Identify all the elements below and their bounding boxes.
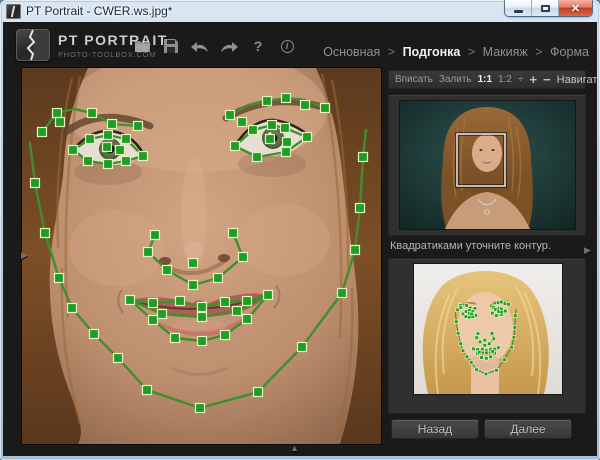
next-button[interactable]: Далее bbox=[484, 419, 572, 439]
navigator-toggle[interactable]: Навигат. bbox=[557, 74, 597, 86]
info-icon: i bbox=[281, 40, 294, 53]
breadcrumb-separator: > bbox=[468, 45, 475, 59]
zoom-fit-button[interactable]: Вписать bbox=[395, 74, 433, 85]
open-file-button[interactable] bbox=[133, 37, 151, 55]
navigator-thumbnail[interactable] bbox=[400, 101, 575, 229]
contour-landmarks-overlay[interactable] bbox=[22, 68, 381, 444]
side-panel: Вписать Залить 1:1 1:2 ÷ + − Навигат. ▼ bbox=[388, 68, 586, 444]
minimize-icon bbox=[514, 10, 523, 13]
breadcrumb-step-main[interactable]: Основная bbox=[323, 45, 380, 59]
example-panel bbox=[388, 258, 586, 414]
breadcrumb-step-makeup[interactable]: Макияж bbox=[483, 45, 528, 59]
zoom-1to1-button[interactable]: 1:1 bbox=[478, 74, 492, 85]
window-title: PT Portrait - CWER.ws.jpg* bbox=[26, 4, 172, 18]
breadcrumb-separator: > bbox=[388, 45, 395, 59]
undo-icon bbox=[191, 40, 209, 53]
logo-mark-icon bbox=[16, 29, 50, 61]
zoom-fill-button[interactable]: Залить bbox=[439, 74, 472, 85]
right-panel-arrow[interactable]: ▶ bbox=[584, 246, 591, 255]
zoom-ratio-more-button[interactable]: ÷ bbox=[518, 74, 524, 85]
app-surface: PT PORTRAIT PHOTO-TOOLBOX.COM bbox=[3, 22, 597, 456]
close-button[interactable]: ✕ bbox=[559, 0, 592, 16]
breadcrumb: Основная > Подгонка > Макияж > Форма bbox=[323, 45, 589, 59]
example-landmarks-overlay bbox=[414, 264, 562, 394]
window-controls: ✕ bbox=[505, 0, 592, 16]
photo-canvas[interactable] bbox=[22, 68, 381, 444]
back-button[interactable]: Назад bbox=[391, 419, 479, 439]
undo-button[interactable] bbox=[191, 37, 209, 55]
navigator-panel bbox=[388, 94, 586, 236]
redo-button[interactable] bbox=[220, 37, 238, 55]
bottom-panel-arrow[interactable]: ▲ bbox=[290, 444, 299, 453]
about-button[interactable]: i bbox=[278, 37, 296, 55]
breadcrumb-separator: > bbox=[535, 45, 542, 59]
help-button[interactable]: ? bbox=[249, 37, 267, 55]
toolbar: ? i bbox=[133, 37, 296, 55]
zoom-in-button[interactable]: + bbox=[529, 72, 537, 87]
maximize-icon bbox=[541, 5, 550, 12]
left-panel-arrow[interactable]: ▶ bbox=[21, 251, 28, 260]
wizard-buttons: Назад Далее bbox=[388, 418, 586, 444]
zoom-out-button[interactable]: − bbox=[543, 72, 551, 87]
breadcrumb-step-shape[interactable]: Форма bbox=[550, 45, 589, 59]
zoom-1to2-button[interactable]: 1:2 bbox=[498, 74, 512, 85]
minimize-button[interactable] bbox=[505, 0, 532, 16]
zoom-toolbar: Вписать Залить 1:1 1:2 ÷ + − Навигат. ▼ bbox=[388, 70, 586, 89]
app-icon bbox=[6, 4, 21, 19]
save-button[interactable] bbox=[162, 37, 180, 55]
save-icon bbox=[164, 39, 178, 53]
breadcrumb-step-fitting[interactable]: Подгонка bbox=[403, 45, 461, 59]
redo-icon bbox=[220, 40, 238, 53]
close-icon: ✕ bbox=[571, 2, 580, 15]
app-window: PT Portrait - CWER.ws.jpg* ✕ PT PORTRAIT… bbox=[0, 0, 600, 460]
folder-icon bbox=[134, 39, 151, 53]
instruction-text: Квадратиками уточните контур. bbox=[390, 240, 551, 252]
maximize-button[interactable] bbox=[532, 0, 559, 16]
